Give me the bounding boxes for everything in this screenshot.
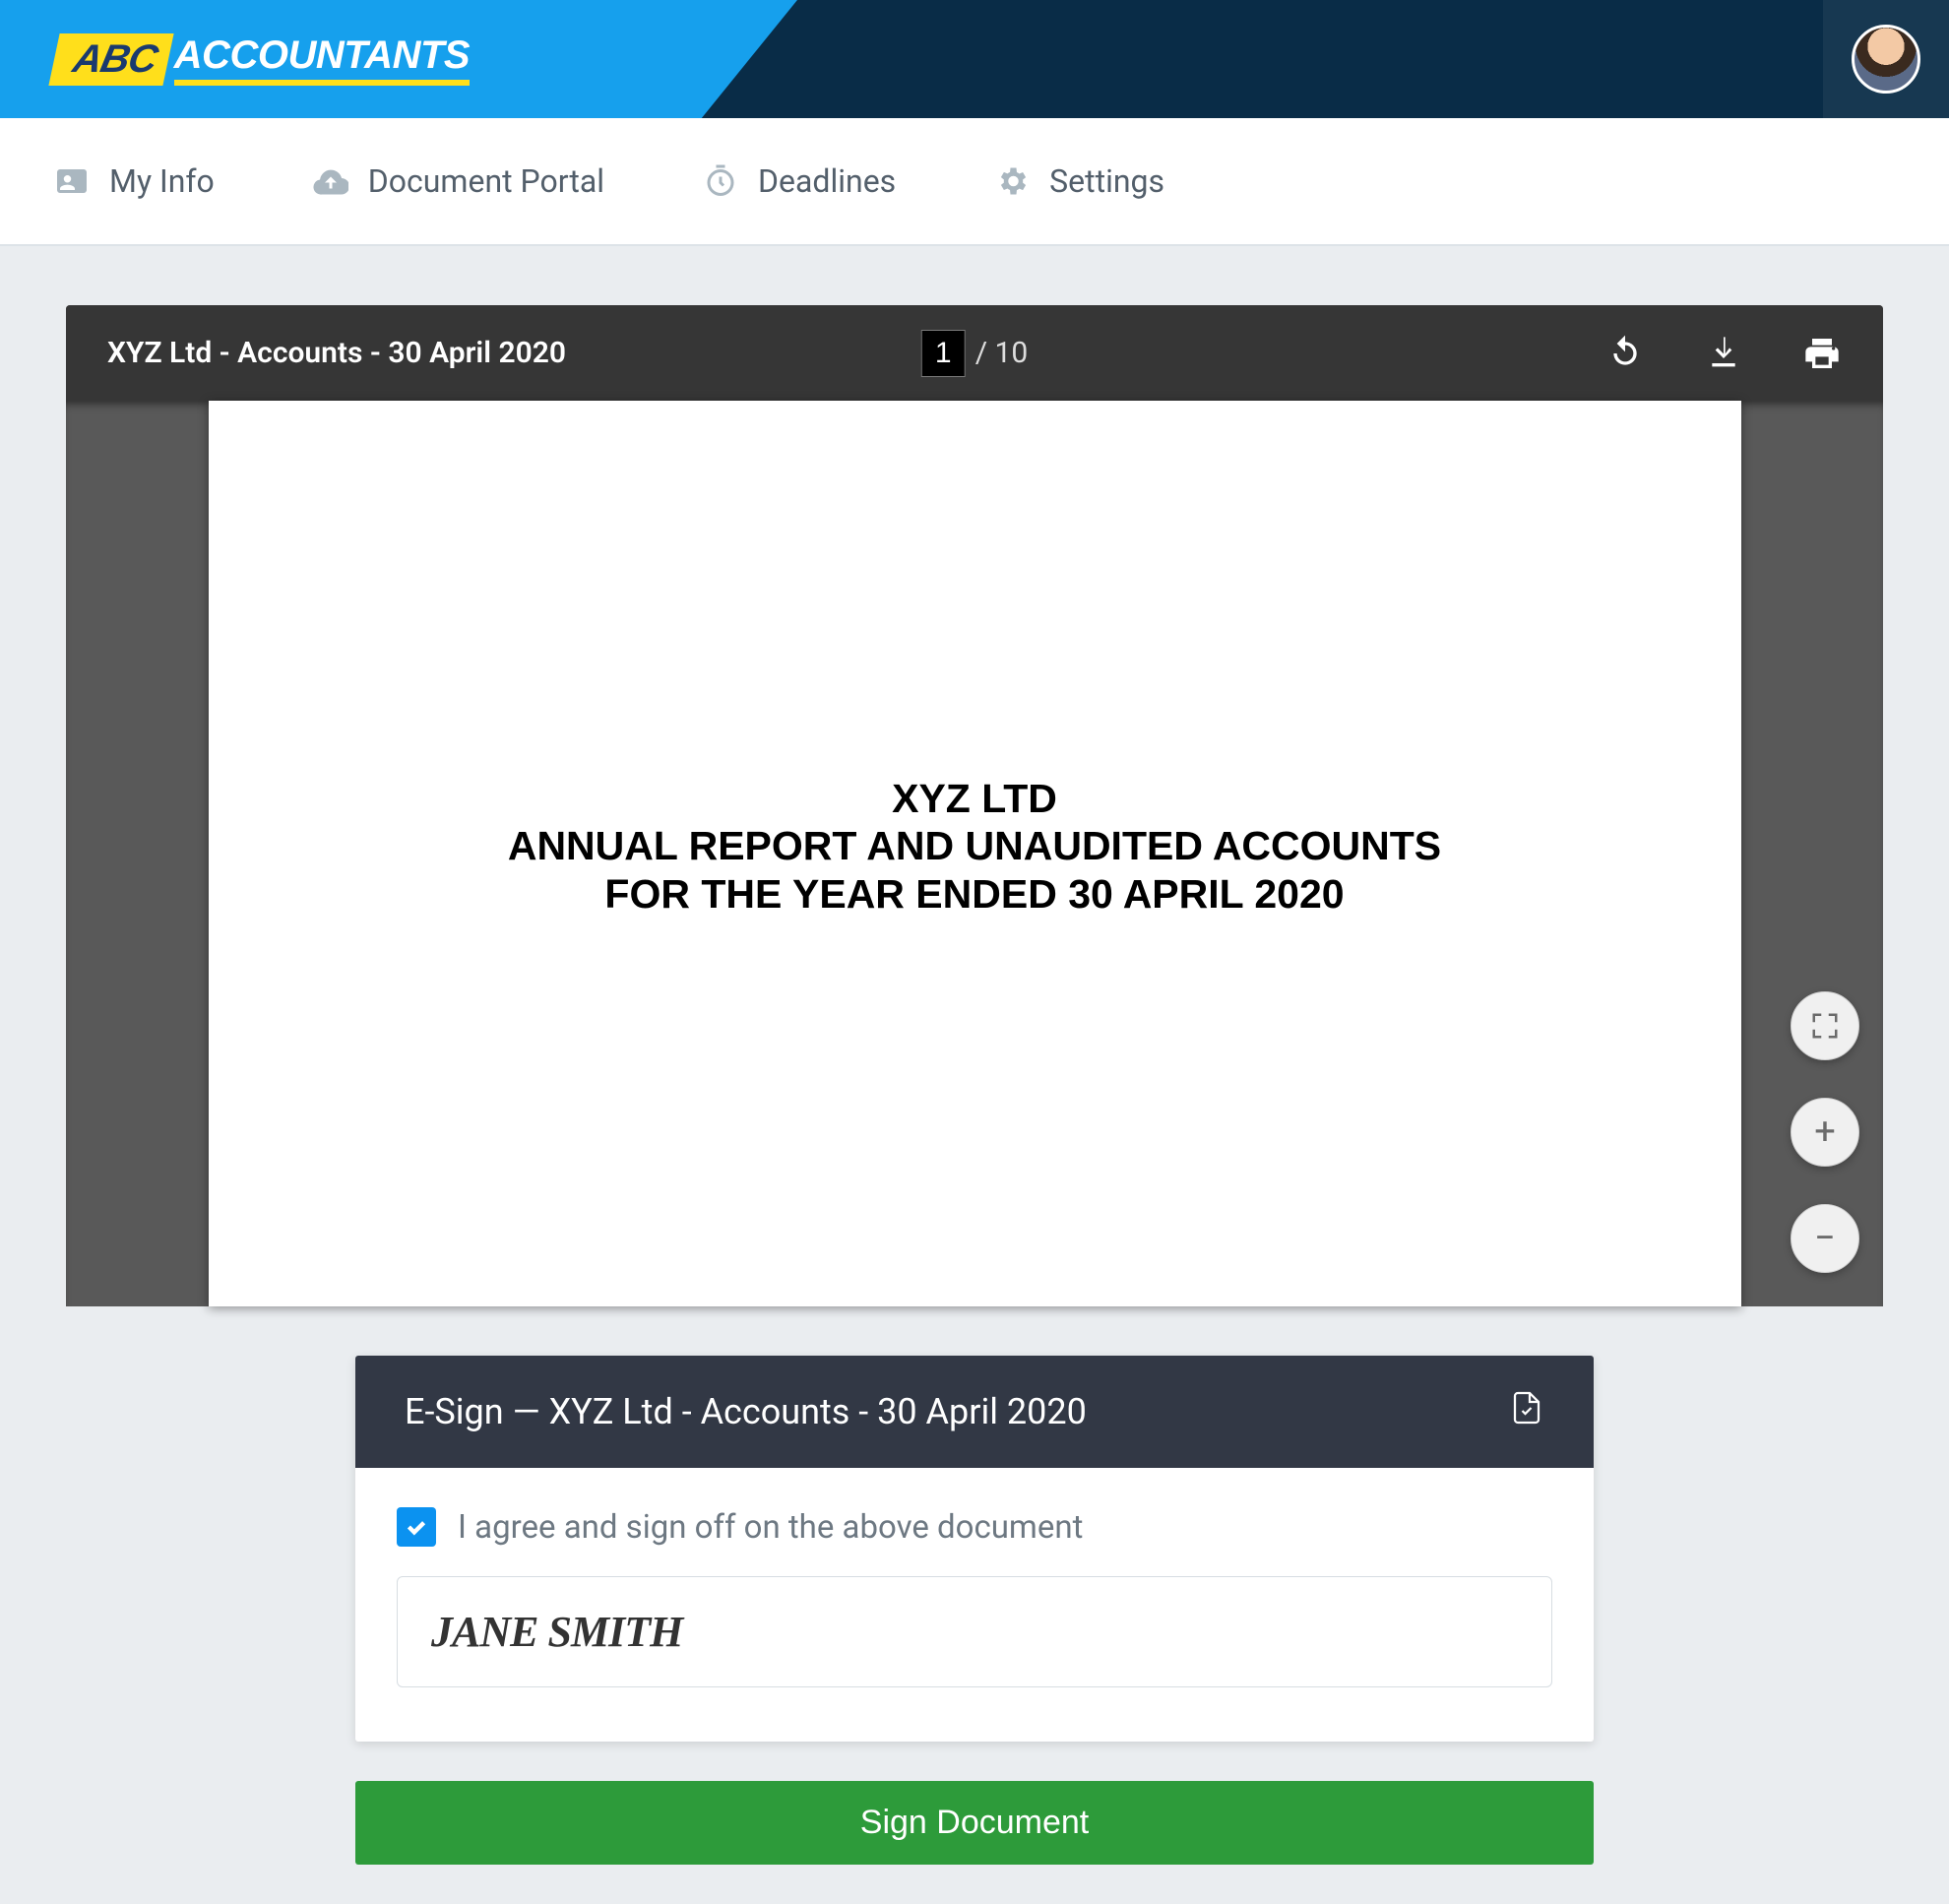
print-icon[interactable] xyxy=(1802,334,1842,373)
nav-bar: My Info Document Portal Deadlines Settin… xyxy=(0,118,1949,246)
pdf-page-control: / 10 xyxy=(921,330,1029,377)
esign-card: E-Sign — XYZ Ltd - Accounts - 30 April 2… xyxy=(355,1356,1594,1742)
nav-label: Deadlines xyxy=(758,162,896,200)
logo-accountants: ACCOUNTANTS xyxy=(174,33,470,86)
esign-body: I agree and sign off on the above docume… xyxy=(355,1468,1594,1742)
pdf-scroll-area[interactable]: XYZ LTD ANNUAL REPORT AND UNAUDITED ACCO… xyxy=(66,401,1883,1306)
pdf-toolbar: XYZ Ltd - Accounts - 30 April 2020 / 10 xyxy=(66,305,1883,401)
avatar xyxy=(1852,25,1920,94)
zoom-in-icon[interactable]: + xyxy=(1791,1098,1859,1167)
nav-label: Settings xyxy=(1049,162,1164,200)
pdf-title: XYZ Ltd - Accounts - 30 April 2020 xyxy=(107,336,566,370)
nav-deadlines[interactable]: Deadlines xyxy=(703,162,896,200)
clock-icon xyxy=(703,163,738,199)
pdf-page-total: / 10 xyxy=(975,336,1029,370)
pdf-file-icon xyxy=(1509,1390,1544,1434)
nav-my-info[interactable]: My Info xyxy=(54,162,215,200)
pdf-doc-line3: FOR THE YEAR ENDED 30 APRIL 2020 xyxy=(248,870,1702,918)
pdf-doc-line1: XYZ LTD xyxy=(248,775,1702,822)
logo-abc: ABC xyxy=(48,33,173,86)
nav-document-portal[interactable]: Document Portal xyxy=(313,162,604,200)
pdf-tool-buttons xyxy=(1605,334,1842,373)
top-header: ABC ACCOUNTANTS xyxy=(0,0,1949,118)
cloud-upload-icon xyxy=(313,163,348,199)
pdf-page-total-value: 10 xyxy=(995,336,1029,370)
pdf-page-input[interactable] xyxy=(921,330,966,377)
nav-settings[interactable]: Settings xyxy=(994,162,1164,200)
esign-agree-row: I agree and sign off on the above docume… xyxy=(397,1507,1552,1547)
agree-label: I agree and sign off on the above docume… xyxy=(458,1508,1083,1547)
download-icon[interactable] xyxy=(1704,334,1743,373)
gear-icon xyxy=(994,163,1030,199)
content: XYZ Ltd - Accounts - 30 April 2020 / 10 … xyxy=(0,246,1949,1904)
pdf-zoom-controls: + − xyxy=(1791,991,1859,1273)
fit-page-icon[interactable] xyxy=(1791,991,1859,1060)
avatar-container[interactable] xyxy=(1823,0,1949,118)
agree-checkbox[interactable] xyxy=(397,1507,436,1547)
pdf-doc-line2: ANNUAL REPORT AND UNAUDITED ACCOUNTS xyxy=(248,822,1702,869)
signature-input[interactable] xyxy=(397,1576,1552,1687)
esign-header: E-Sign — XYZ Ltd - Accounts - 30 April 2… xyxy=(355,1356,1594,1468)
person-card-icon xyxy=(54,163,90,199)
nav-label: My Info xyxy=(109,162,215,200)
logo[interactable]: ABC ACCOUNTANTS xyxy=(54,33,470,86)
pdf-page: XYZ LTD ANNUAL REPORT AND UNAUDITED ACCO… xyxy=(209,401,1741,1306)
nav-label: Document Portal xyxy=(368,162,604,200)
pdf-viewer: XYZ Ltd - Accounts - 30 April 2020 / 10 … xyxy=(66,305,1883,1306)
sign-document-button[interactable]: Sign Document xyxy=(355,1781,1594,1865)
zoom-out-icon[interactable]: − xyxy=(1791,1204,1859,1273)
rotate-icon[interactable] xyxy=(1605,334,1645,373)
esign-header-title: E-Sign — XYZ Ltd - Accounts - 30 April 2… xyxy=(405,1391,1087,1432)
